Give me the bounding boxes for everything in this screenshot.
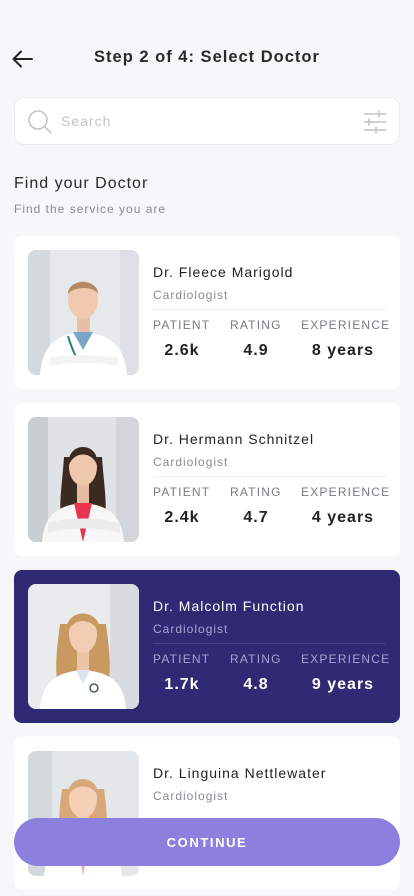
doctor-specialty: Cardiologist: [153, 288, 229, 302]
patient-value: 2.6k: [164, 342, 200, 359]
doctor-card-selected[interactable]: Dr. Malcolm Function Cardiologist PATIEN…: [14, 570, 400, 723]
patient-label: PATIENT: [153, 485, 211, 499]
section-title: Find your Doctor: [14, 175, 149, 192]
doctor-specialty: Cardiologist: [153, 622, 229, 636]
experience-label: EXPERIENCE: [301, 318, 391, 332]
doctor-specialty: Cardiologist: [153, 789, 229, 803]
doctor-name: Dr. Linguina Nettlewater: [153, 765, 327, 781]
rating-label: RATING: [230, 652, 282, 666]
page-title: Step 2 of 4: Select Doctor: [94, 48, 320, 66]
experience-value: 4 years: [311, 509, 375, 526]
rating-value: 4.9: [243, 342, 269, 359]
rating-label: RATING: [230, 485, 282, 499]
patient-label: PATIENT: [153, 652, 211, 666]
divider: [153, 476, 386, 477]
patient-value: 2.4k: [164, 509, 200, 526]
search-input[interactable]: [61, 98, 351, 144]
experience-value: 8 years: [311, 342, 375, 359]
divider: [153, 643, 386, 644]
divider: [153, 309, 386, 310]
doctor-card[interactable]: Dr. Hermann Schnitzel Cardiologist PATIE…: [14, 403, 400, 556]
rating-value: 4.7: [243, 509, 269, 526]
continue-button[interactable]: CONTINUE: [14, 818, 400, 866]
patient-value: 1.7k: [164, 676, 200, 693]
rating-value: 4.8: [243, 676, 269, 693]
search-icon: [28, 110, 52, 134]
section-subtitle: Find the service you are: [14, 202, 167, 216]
doctor-photo: [28, 584, 139, 709]
doctor-specialty: Cardiologist: [153, 455, 229, 469]
doctor-name: Dr. Malcolm Function: [153, 598, 305, 614]
rating-label: RATING: [230, 318, 282, 332]
doctor-name: Dr. Hermann Schnitzel: [153, 431, 315, 447]
doctor-card[interactable]: Dr. Fleece Marigold Cardiologist PATIENT…: [14, 236, 400, 389]
doctor-card[interactable]: Dr. Linguina Nettlewater Cardiologist: [14, 737, 400, 890]
patient-label: PATIENT: [153, 318, 211, 332]
doctor-name: Dr. Fleece Marigold: [153, 264, 294, 280]
experience-label: EXPERIENCE: [301, 485, 391, 499]
experience-value: 9 years: [311, 676, 375, 693]
doctor-photo: [28, 417, 139, 542]
experience-label: EXPERIENCE: [301, 652, 391, 666]
doctor-photo: [28, 250, 139, 375]
sliders-icon[interactable]: [363, 110, 387, 134]
search-bar: [14, 97, 400, 145]
